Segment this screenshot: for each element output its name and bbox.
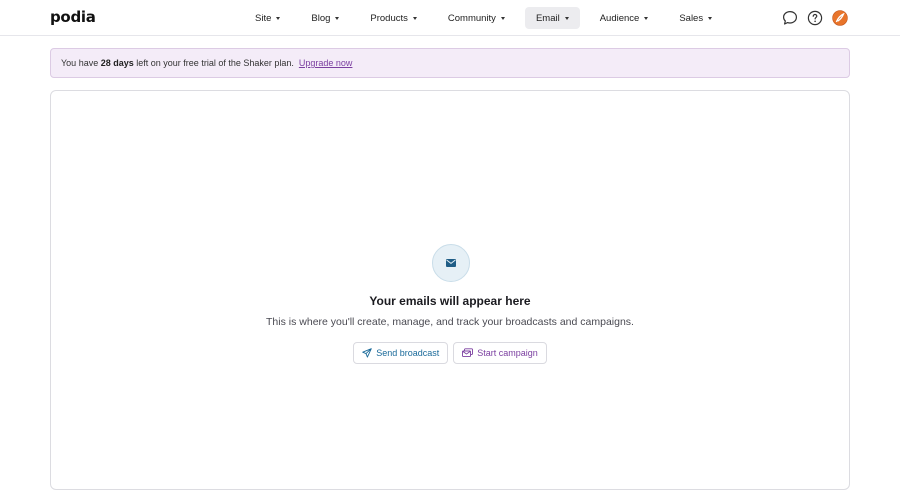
emails-panel: Your emails will appear here This is whe… — [50, 90, 850, 490]
caret-down-icon — [412, 16, 417, 20]
trial-days-remaining: 28 days — [100, 58, 134, 68]
nav-item-email[interactable]: Email — [524, 7, 580, 29]
empty-state-title: Your emails will appear here — [369, 294, 531, 308]
nav-item-label: Site — [255, 12, 272, 24]
trial-banner-suffix: left on your free trial of the Shaker pl… — [136, 58, 294, 68]
caret-down-icon — [500, 16, 505, 20]
caret-down-icon — [708, 16, 713, 20]
upgrade-now-link[interactable]: Upgrade now — [299, 58, 353, 68]
send-broadcast-label: Send broadcast — [376, 348, 440, 358]
trial-banner: You have 28 days left on your free trial… — [50, 48, 850, 78]
main-nav: Site Blog Products Community Email Audie… — [244, 7, 732, 29]
nav-item-community[interactable]: Community — [437, 7, 516, 29]
empty-state-actions: Send broadcast Start campaign — [51, 342, 849, 364]
envelope-icon — [432, 244, 470, 282]
stacked-envelopes-icon — [462, 348, 474, 358]
podia-logo[interactable]: podia — [50, 8, 96, 26]
chat-bubble-icon[interactable] — [782, 10, 798, 26]
nav-item-label: Products — [370, 12, 408, 24]
trial-banner-prefix: You have — [61, 58, 99, 68]
nav-item-audience[interactable]: Audience — [589, 7, 660, 29]
header-icons — [782, 10, 848, 26]
send-broadcast-button[interactable]: Send broadcast — [353, 342, 449, 364]
nav-item-label: Sales — [679, 12, 704, 24]
start-campaign-button[interactable]: Start campaign — [453, 342, 547, 364]
caret-down-icon — [644, 16, 649, 20]
caret-down-icon — [276, 16, 281, 20]
help-circle-icon[interactable] — [807, 10, 823, 26]
nav-item-label: Audience — [599, 12, 640, 24]
nav-item-label: Community — [447, 12, 496, 24]
start-campaign-label: Start campaign — [477, 348, 538, 358]
nav-item-site[interactable]: Site — [244, 7, 291, 29]
empty-state-description: This is where you'll create, manage, and… — [266, 316, 634, 328]
caret-down-icon — [564, 16, 569, 20]
nav-item-label: Blog — [311, 12, 331, 24]
nav-item-sales[interactable]: Sales — [668, 7, 723, 29]
caret-down-icon — [335, 16, 340, 20]
nav-item-label: Email — [535, 12, 560, 24]
nav-item-products[interactable]: Products — [359, 7, 428, 29]
top-navigation-bar: podia Site Blog Products Community Email… — [0, 0, 900, 36]
paper-plane-icon — [362, 348, 372, 358]
envelope-glyph-icon — [446, 259, 456, 267]
user-avatar-icon[interactable] — [832, 10, 848, 26]
nav-item-blog[interactable]: Blog — [300, 7, 350, 29]
